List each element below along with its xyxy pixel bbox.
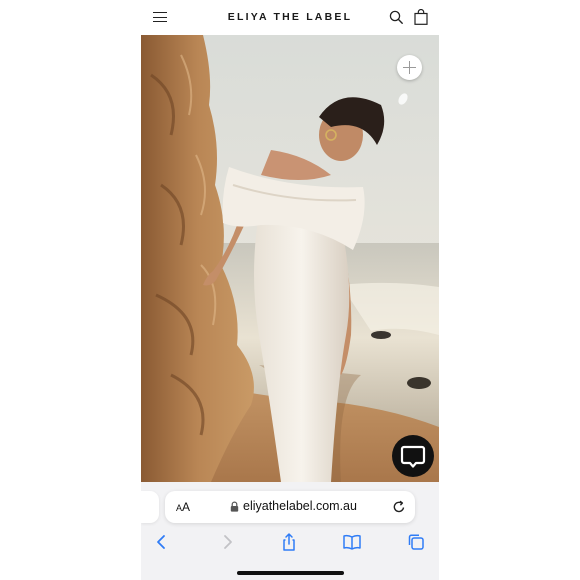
url-text: eliyathelabel.com.au (243, 499, 357, 513)
back-icon[interactable] (152, 532, 172, 552)
phone-screen: ELIYA THE LABEL AA eliyathelabel.com.au (141, 0, 439, 580)
zoom-plus-button[interactable] (397, 55, 422, 80)
home-indicator (237, 571, 344, 575)
address-bar[interactable]: AA eliyathelabel.com.au (165, 491, 415, 523)
previous-tab-preview[interactable] (141, 491, 159, 523)
reload-icon[interactable] (392, 500, 406, 514)
tabs-icon[interactable] (406, 532, 426, 552)
shopping-bag-icon[interactable] (414, 9, 428, 25)
bookmarks-icon[interactable] (342, 532, 362, 552)
search-icon[interactable] (389, 10, 403, 24)
chat-bubble-icon[interactable] (392, 435, 434, 477)
forward-icon (224, 535, 232, 549)
lock-icon (230, 501, 239, 512)
product-hero-image[interactable] (141, 35, 439, 482)
hero-photo (141, 35, 439, 482)
text-size-button[interactable]: AA (176, 500, 190, 514)
share-icon[interactable] (279, 532, 299, 552)
site-header: ELIYA THE LABEL (141, 0, 439, 35)
browser-bottom-bar: AA eliyathelabel.com.au (141, 482, 439, 580)
